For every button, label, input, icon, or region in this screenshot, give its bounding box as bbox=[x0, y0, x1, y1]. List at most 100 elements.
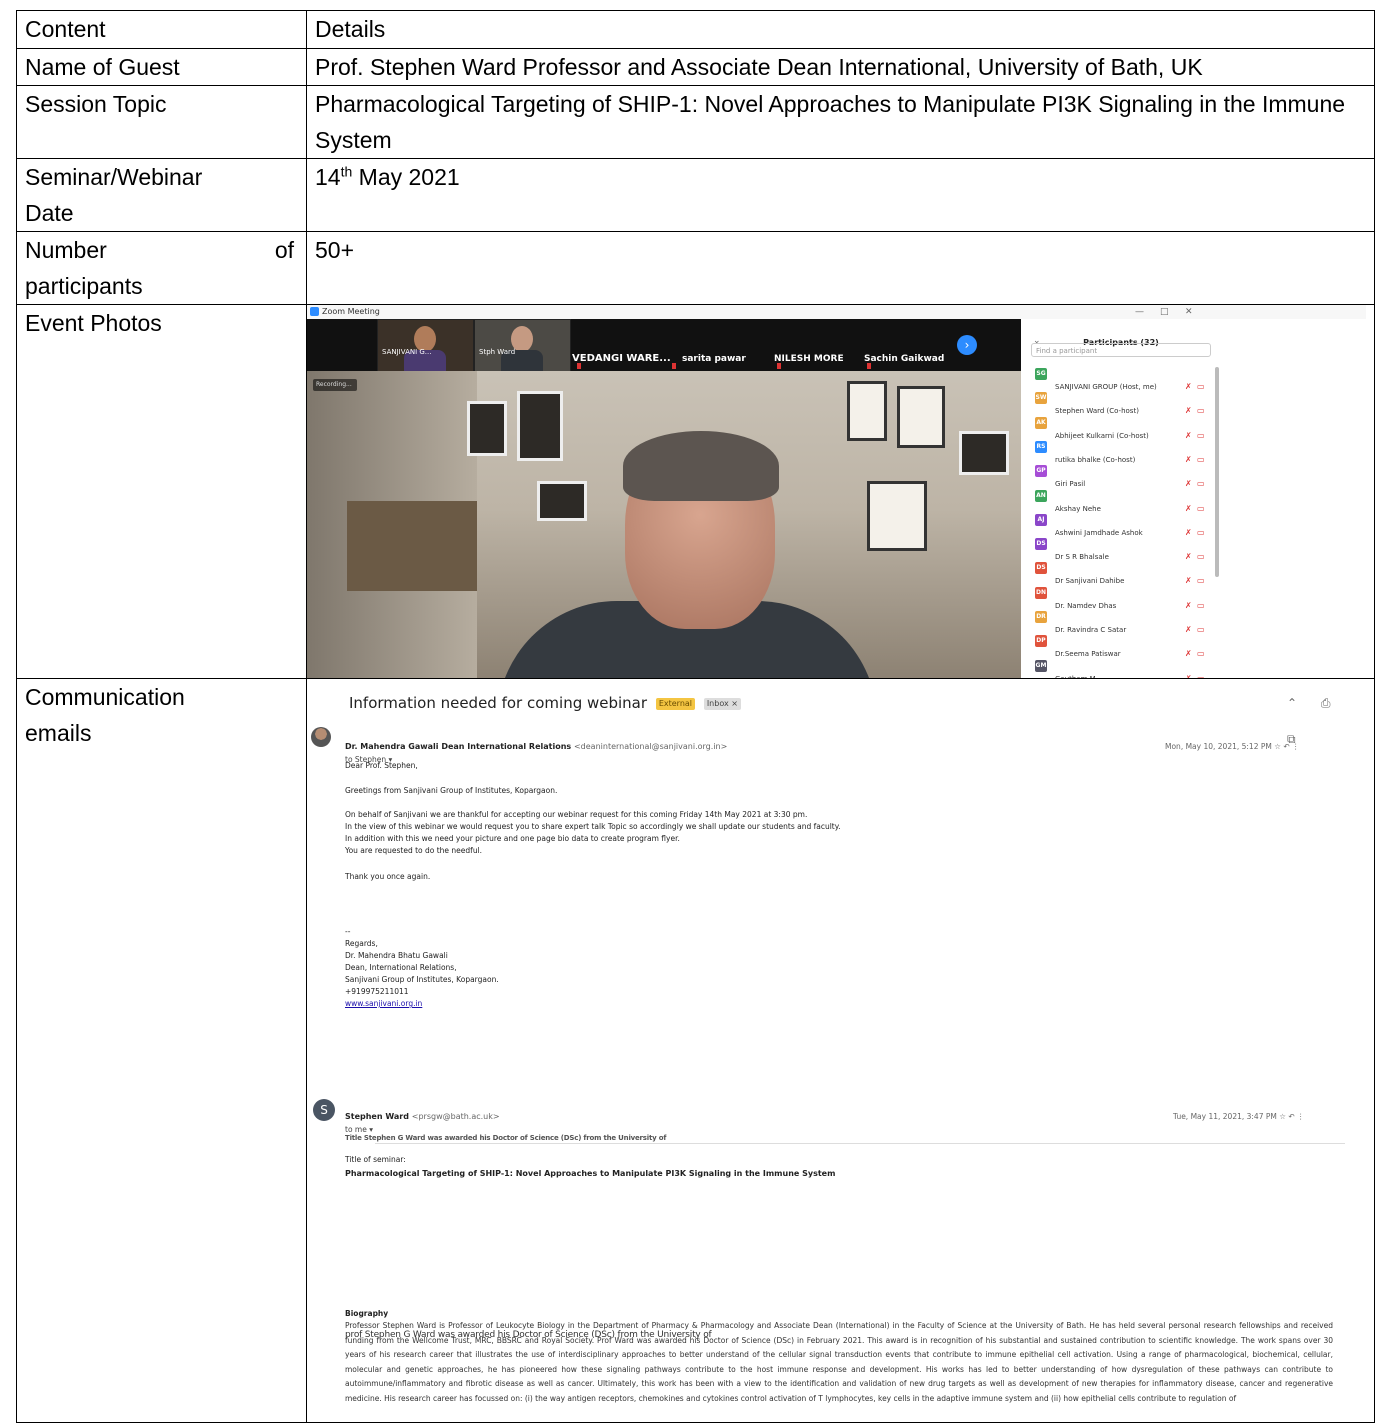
external-tag: External bbox=[655, 697, 696, 710]
speaker-hair bbox=[623, 431, 779, 501]
participants-label-line2: participants bbox=[25, 273, 143, 299]
participant-row[interactable]: AN Akshay Nehe ✗ ▭ bbox=[1035, 485, 1365, 513]
date-value: 14th May 2021 bbox=[306, 158, 1375, 232]
photos-cell: Zoom Meeting — □ ✕ SANJIVANI G... Stph W… bbox=[306, 304, 1375, 679]
msg1-line: Regards, bbox=[345, 939, 378, 948]
participant-avatar: SW bbox=[1035, 392, 1047, 405]
wall-frame bbox=[847, 381, 887, 441]
sender-avatar bbox=[311, 727, 331, 747]
msg1-line: Dear Prof. Stephen, bbox=[345, 761, 418, 770]
participant-row[interactable]: SG SANJIVANI GROUP (Host, me) ✗ ▭ bbox=[1035, 363, 1365, 391]
participant-avatar: RS bbox=[1035, 440, 1047, 453]
wall-frame bbox=[959, 431, 1009, 475]
msg1-line: Sanjivani Group of Institutes, Kopargaon… bbox=[345, 975, 499, 984]
participant-row[interactable]: DR Dr. Ravindra C Satar ✗ ▭ bbox=[1035, 606, 1365, 634]
next-page-icon[interactable]: › bbox=[957, 335, 977, 355]
participant-avatar: DN bbox=[1035, 586, 1047, 599]
emails-label-line2: emails bbox=[25, 720, 92, 746]
participant-avatar: GM bbox=[1035, 659, 1047, 672]
participants-label-word2: of bbox=[274, 237, 294, 263]
date-suffix: th bbox=[340, 163, 353, 180]
header-details-cell: Details bbox=[306, 10, 1375, 49]
participant-row[interactable]: DP Dr.Seema Patiswar ✗ ▭ bbox=[1035, 630, 1365, 658]
participant-avatar: DP bbox=[1035, 635, 1047, 648]
wall-frame bbox=[517, 391, 563, 461]
participant-row[interactable]: AK Abhijeet Kulkarni (Co-host) ✗ ▭ bbox=[1035, 412, 1365, 440]
participant-avatar: DR bbox=[1035, 611, 1047, 623]
participant-row[interactable]: GM Gautham M ✗ ▭ bbox=[1035, 655, 1365, 678]
participant-strip: SANJIVANI G... Stph Ward VEDANGI WARE...… bbox=[307, 319, 1021, 373]
date-label-line2: Date bbox=[25, 200, 74, 226]
msg1-sender: Dr. Mahendra Gawali Dean International R… bbox=[345, 729, 727, 765]
msg1-to[interactable]: to Stephen ▾ bbox=[345, 742, 392, 778]
participant-name: Gautham M bbox=[1055, 661, 1096, 678]
participant-row[interactable]: DS Dr S R Bhalsale ✗ ▭ bbox=[1035, 533, 1365, 561]
guest-value: Prof. Stephen Ward Professor and Associa… bbox=[306, 48, 1375, 86]
participant-row[interactable]: DS Dr Sanjivani Dahibe ✗ ▭ bbox=[1035, 557, 1365, 585]
participant-row[interactable]: DN Dr. Namdev Dhas ✗ ▭ bbox=[1035, 582, 1365, 610]
header-content-cell: Content bbox=[16, 10, 307, 49]
msg2-title-value: Pharmacological Targeting of SHIP-1: Nov… bbox=[345, 1169, 836, 1178]
muted-mic-icon bbox=[672, 363, 676, 369]
muted-mic-icon[interactable]: ✗ bbox=[1185, 661, 1192, 678]
email-subject: Information needed for coming webinar Ex… bbox=[349, 685, 741, 721]
zoom-window-title: Zoom Meeting bbox=[322, 307, 380, 316]
emails-label: Communication emails bbox=[16, 678, 307, 1423]
msg1-line: +919975211011 bbox=[345, 987, 409, 996]
video-off-icon[interactable]: ▭ bbox=[1197, 661, 1205, 678]
msg2-garbled-line: Title Stephen G Ward was awarded his Doc… bbox=[345, 1134, 667, 1142]
msg1-line: In addition with this we need your pictu… bbox=[345, 834, 680, 843]
msg2-timestamp[interactable]: Tue, May 11, 2021, 3:47 PM ☆ ↶ ⋮ bbox=[1173, 1099, 1305, 1135]
muted-mic-icon bbox=[577, 363, 581, 369]
topic-label: Session Topic bbox=[16, 85, 307, 159]
email-separator bbox=[375, 1143, 1345, 1144]
participant-row[interactable]: GP Giri Pasil ✗ ▭ bbox=[1035, 460, 1365, 488]
msg1-line: On behalf of Sanjivani we are thankful f… bbox=[345, 810, 808, 819]
video-shelf bbox=[347, 501, 477, 591]
participant-avatar: AN bbox=[1035, 489, 1047, 502]
inbox-tag[interactable]: Inbox × bbox=[703, 697, 741, 710]
participant-avatar: AK bbox=[1035, 416, 1047, 429]
video-area: SANJIVANI G... Stph Ward VEDANGI WARE...… bbox=[307, 319, 1021, 678]
close-icon[interactable]: ✕ bbox=[1185, 306, 1193, 320]
muted-mic-icon bbox=[867, 363, 871, 369]
participant-avatar: AJ bbox=[1035, 513, 1047, 526]
wall-frame bbox=[897, 386, 945, 448]
recording-tag: Recording... bbox=[313, 379, 357, 391]
msg1-line: Dr. Mahendra Bhatu Gawali bbox=[345, 951, 448, 960]
guest-label: Name of Guest bbox=[16, 48, 307, 86]
participant-row[interactable]: AJ Ashwini Jamdhade Ashok ✗ ▭ bbox=[1035, 509, 1365, 537]
zoom-meeting-screenshot: Zoom Meeting — □ ✕ SANJIVANI G... Stph W… bbox=[307, 305, 1366, 678]
participant-search-input[interactable]: Find a participant bbox=[1031, 343, 1211, 357]
photos-label: Event Photos bbox=[16, 304, 307, 679]
thumbnail-sanjivani[interactable]: SANJIVANI G... bbox=[377, 319, 474, 373]
emails-cell: Information needed for coming webinar Ex… bbox=[306, 678, 1375, 1423]
emails-label-line1: Communication bbox=[25, 684, 185, 710]
msg1-timestamp[interactable]: Mon, May 10, 2021, 5:12 PM ☆ ↶ ⋮ bbox=[1165, 729, 1300, 765]
wall-frame bbox=[467, 401, 507, 456]
wall-frame bbox=[867, 481, 927, 551]
participant-row[interactable]: RS rutika bhalke (Co-host) ✗ ▭ bbox=[1035, 436, 1365, 464]
minimize-icon[interactable]: — bbox=[1135, 306, 1144, 320]
participants-label: Number of participants bbox=[16, 231, 307, 305]
msg1-line: -- bbox=[345, 927, 351, 936]
msg2-bio-text: Professor Stephen Ward is Professor of L… bbox=[345, 1321, 1333, 1403]
participant-row[interactable]: SW Stephen Ward (Co-host) ✗ ▭ bbox=[1035, 387, 1365, 415]
date-label: Seminar/Webinar Date bbox=[16, 158, 307, 232]
report-table: Content Details Name of Guest Prof. Step… bbox=[16, 10, 1375, 1423]
maximize-icon[interactable]: □ bbox=[1160, 306, 1169, 320]
participant-avatar: DS bbox=[1035, 538, 1047, 551]
participant-avatar: SG bbox=[1035, 368, 1047, 380]
participant-avatar: DS bbox=[1035, 562, 1047, 575]
speaker-video bbox=[307, 371, 1021, 678]
sender-avatar-s: S bbox=[313, 1099, 335, 1121]
participants-label-word1: Number bbox=[25, 237, 107, 263]
thumbnail-speaker[interactable]: Stph Ward bbox=[474, 319, 571, 373]
date-label-line1: Seminar/Webinar bbox=[25, 164, 203, 190]
email-subject-text: Information needed for coming webinar bbox=[349, 694, 648, 712]
msg1-website-link[interactable]: www.sanjivani.org.in bbox=[345, 999, 422, 1009]
msg1-line: In the view of this webinar we would req… bbox=[345, 822, 841, 831]
zoom-titlebar: Zoom Meeting — □ ✕ bbox=[307, 305, 1366, 319]
topic-value: Pharmacological Targeting of SHIP-1: Nov… bbox=[306, 85, 1375, 159]
participants-panel: ⌄ Participants (32) Find a participant S… bbox=[1021, 319, 1366, 678]
